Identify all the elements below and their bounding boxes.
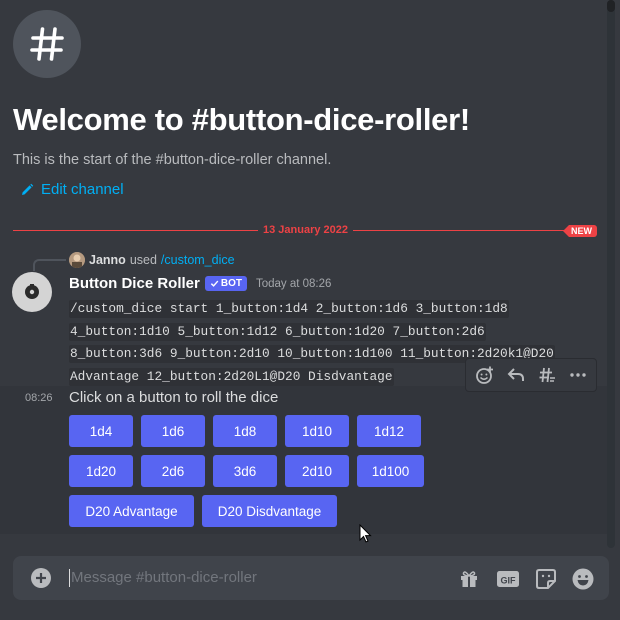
message-composer: Message #button-dice-roller GIF xyxy=(13,556,609,600)
edit-channel-label: Edit channel xyxy=(41,181,124,198)
hash-icon xyxy=(13,10,81,78)
reply-spine xyxy=(33,259,66,271)
command-name[interactable]: /custom_dice xyxy=(161,253,235,267)
welcome-subtitle: This is the start of the #button-dice-ro… xyxy=(13,152,332,168)
code-line: 4_button:1d10 5_button:1d12 6_button:1d2… xyxy=(69,322,486,341)
dice-button-2d10[interactable]: 2d10 xyxy=(285,455,349,487)
welcome-title: Welcome to #button-dice-roller! xyxy=(13,102,470,137)
add-icon[interactable] xyxy=(31,568,51,588)
bot-avatar[interactable] xyxy=(12,272,52,312)
channel-welcome: Welcome to #button-dice-roller! This is … xyxy=(13,10,603,168)
bot-tag: BOT xyxy=(204,276,247,291)
more-icon[interactable] xyxy=(565,362,591,388)
message-timestamp: Today at 08:26 xyxy=(255,277,332,290)
command-used-text: used xyxy=(129,253,157,267)
divider-date: 13 January 2022 xyxy=(258,223,354,237)
dice-button-1d12[interactable]: 1d12 xyxy=(357,415,421,447)
message-header: Button Dice Roller BOT Today at 08:26 xyxy=(69,275,331,292)
dice-button-1d10[interactable]: 1d10 xyxy=(285,415,349,447)
mouse-cursor-icon xyxy=(359,524,372,543)
text-caret xyxy=(69,569,70,587)
dice-button-d20-advantage[interactable]: D20 Advantage xyxy=(69,495,194,527)
bot-username[interactable]: Button Dice Roller xyxy=(69,275,200,292)
gift-icon[interactable] xyxy=(457,567,481,591)
pencil-icon xyxy=(22,183,34,195)
dice-button-d20-disadvantage[interactable]: D20 Disdvantage xyxy=(202,495,337,527)
code-line: /custom_dice start 1_button:1d4 2_button… xyxy=(69,300,509,318)
add-reaction-icon[interactable] xyxy=(472,362,498,388)
emoji-icon[interactable] xyxy=(571,567,595,591)
message-input[interactable]: Message #button-dice-roller xyxy=(71,556,441,600)
dice-bot-logo xyxy=(25,284,39,299)
dice-button-3d6[interactable]: 3d6 xyxy=(213,455,277,487)
dice-button-1d6[interactable]: 1d6 xyxy=(141,415,205,447)
scrollbar-track xyxy=(607,0,615,548)
edit-channel-link[interactable]: Edit channel xyxy=(20,181,124,198)
scrollbar-thumb[interactable] xyxy=(607,0,615,12)
verified-check-icon xyxy=(210,280,219,287)
svg-text:GIF: GIF xyxy=(501,576,517,586)
dice-button-2d6[interactable]: 2d6 xyxy=(141,455,205,487)
dice-button-1d8[interactable]: 1d8 xyxy=(213,415,277,447)
dice-button-1d100[interactable]: 1d100 xyxy=(357,455,424,487)
dice-button-1d20[interactable]: 1d20 xyxy=(69,455,133,487)
command-user[interactable]: Janno xyxy=(89,253,126,267)
message-hover-time: 08:26 xyxy=(25,392,53,404)
new-badge: NEW xyxy=(563,225,597,237)
reply-icon[interactable] xyxy=(503,362,529,388)
message-action-bar xyxy=(465,358,597,392)
sticker-icon[interactable] xyxy=(534,567,558,591)
command-context: Janno used /custom_dice xyxy=(69,252,235,268)
message-text: Click on a button to roll the dice xyxy=(69,389,279,406)
bot-tag-label: BOT xyxy=(220,278,242,289)
create-thread-icon[interactable] xyxy=(534,362,560,388)
dice-button-1d4[interactable]: 1d4 xyxy=(69,415,133,447)
scrollbar[interactable] xyxy=(607,0,615,548)
user-avatar[interactable] xyxy=(69,252,85,268)
gif-icon[interactable]: GIF xyxy=(496,567,520,591)
